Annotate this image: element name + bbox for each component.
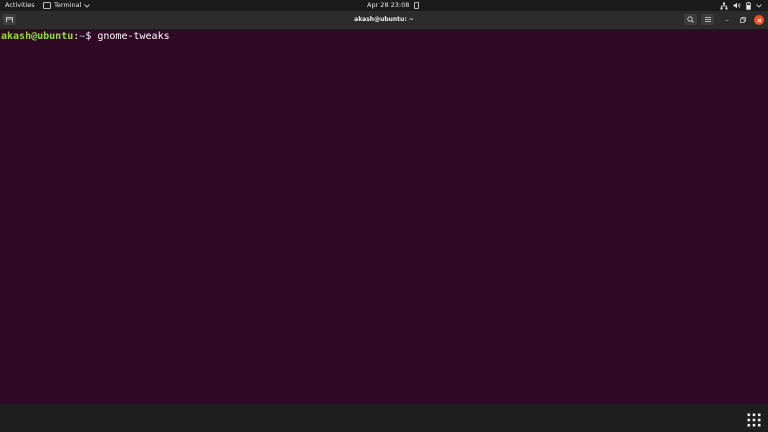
close-button[interactable] (754, 15, 764, 25)
battery-icon (746, 1, 751, 10)
window-header-bar: akash@ubuntu: ~ – (0, 11, 768, 30)
app-menu-label: Terminal (54, 1, 82, 9)
search-icon (687, 16, 694, 23)
prompt-line: akash@ubuntu:~$ gnome-tweaks (1, 30, 170, 43)
volume-icon (733, 2, 741, 9)
search-button[interactable] (684, 14, 697, 25)
maximize-button[interactable] (738, 15, 748, 25)
date-time: Apr 28 23:08 (367, 1, 410, 9)
command-text: gnome-tweaks (97, 31, 170, 42)
prompt-dollar: $ (85, 31, 92, 42)
terminal-icon (43, 2, 51, 9)
show-applications-grid-icon (747, 413, 761, 427)
clock-button[interactable]: Apr 28 23:08 (367, 1, 420, 10)
dock-bar (0, 404, 768, 432)
app-menu[interactable]: Terminal (43, 1, 91, 10)
hamburger-menu-icon (704, 17, 711, 22)
chevron-down-icon (84, 3, 91, 8)
chevron-down-icon (756, 3, 762, 8)
menu-button[interactable] (701, 14, 714, 25)
minimize-icon: – (725, 16, 729, 24)
window-title: akash@ubuntu: ~ (354, 16, 414, 23)
notification-icon (414, 2, 420, 9)
system-tray[interactable] (720, 1, 762, 10)
top-bar: Activities Terminal Apr 28 23:08 (0, 0, 768, 11)
new-tab-icon (6, 16, 13, 23)
network-icon (720, 2, 728, 10)
close-icon (756, 17, 762, 23)
terminal-area[interactable]: akash@ubuntu:~$ gnome-tweaks (0, 30, 768, 404)
prompt-user-host: akash@ubuntu (1, 31, 74, 42)
activities-button[interactable]: Activities (5, 1, 35, 10)
minimize-button[interactable]: – (722, 15, 732, 25)
new-tab-button[interactable] (3, 14, 16, 25)
restore-icon (740, 17, 746, 23)
show-applications-button[interactable] (747, 413, 761, 427)
